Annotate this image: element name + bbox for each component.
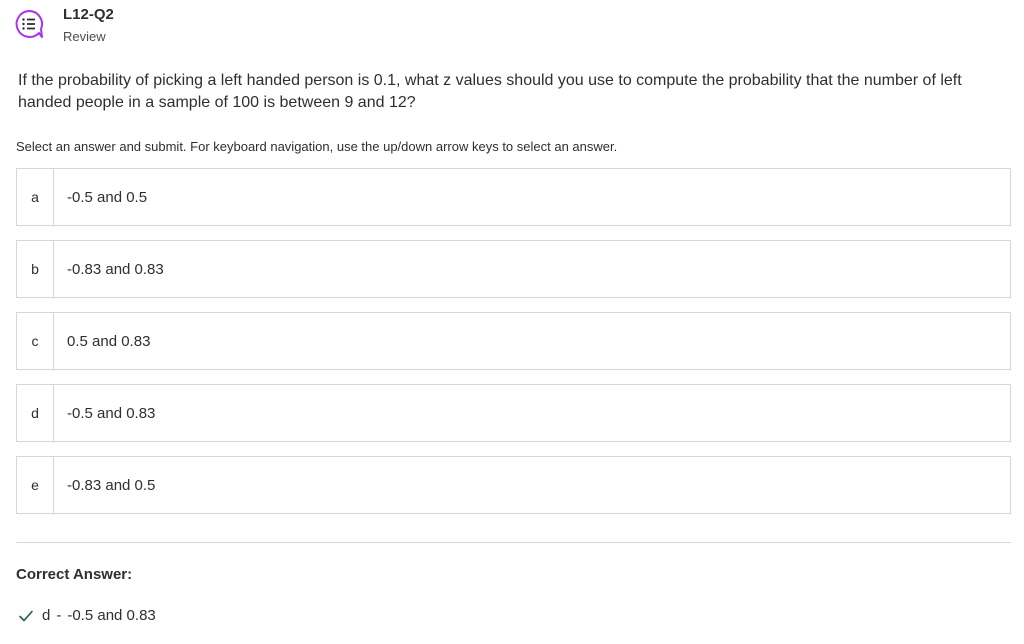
answer-option-e[interactable]: e -0.83 and 0.5 xyxy=(16,456,1011,514)
divider xyxy=(16,542,1011,543)
option-text: -0.83 and 0.83 xyxy=(67,260,164,278)
quiz-header: L12-Q2 Review xyxy=(14,6,114,46)
correct-answer-heading: Correct Answer: xyxy=(16,566,133,583)
option-letter: d xyxy=(17,385,54,441)
correct-answer-separator: - xyxy=(56,607,62,624)
quiz-icon xyxy=(15,10,43,38)
answer-option-b[interactable]: b -0.83 and 0.83 xyxy=(16,240,1011,298)
option-letter: a xyxy=(17,169,54,225)
option-text: -0.5 and 0.83 xyxy=(67,404,156,422)
option-text: 0.5 and 0.83 xyxy=(67,332,151,350)
header-text: L12-Q2 Review xyxy=(63,6,114,45)
answer-option-a[interactable]: a -0.5 and 0.5 xyxy=(16,168,1011,226)
option-text: -0.5 and 0.5 xyxy=(67,188,148,206)
quiz-title: L12-Q2 xyxy=(63,6,114,23)
option-letter: c xyxy=(17,313,54,369)
option-text: -0.83 and 0.5 xyxy=(67,476,156,494)
option-letter: b xyxy=(17,241,54,297)
answer-option-d[interactable]: d -0.5 and 0.83 xyxy=(16,384,1011,442)
check-icon xyxy=(19,610,33,621)
quiz-status: Review xyxy=(63,29,106,44)
question-text: If the probability of picking a left han… xyxy=(18,72,962,111)
answer-options: a -0.5 and 0.5 b -0.83 and 0.83 c 0.5 an… xyxy=(16,168,1011,528)
correct-answer-text: -0.5 and 0.83 xyxy=(67,607,156,624)
correct-answer: d - -0.5 and 0.83 xyxy=(18,607,156,624)
correct-answer-letter: d xyxy=(42,607,51,624)
answer-option-c[interactable]: c 0.5 and 0.83 xyxy=(16,312,1011,370)
option-letter: e xyxy=(17,457,54,513)
instructions-text: Select an answer and submit. For keyboar… xyxy=(16,139,618,154)
